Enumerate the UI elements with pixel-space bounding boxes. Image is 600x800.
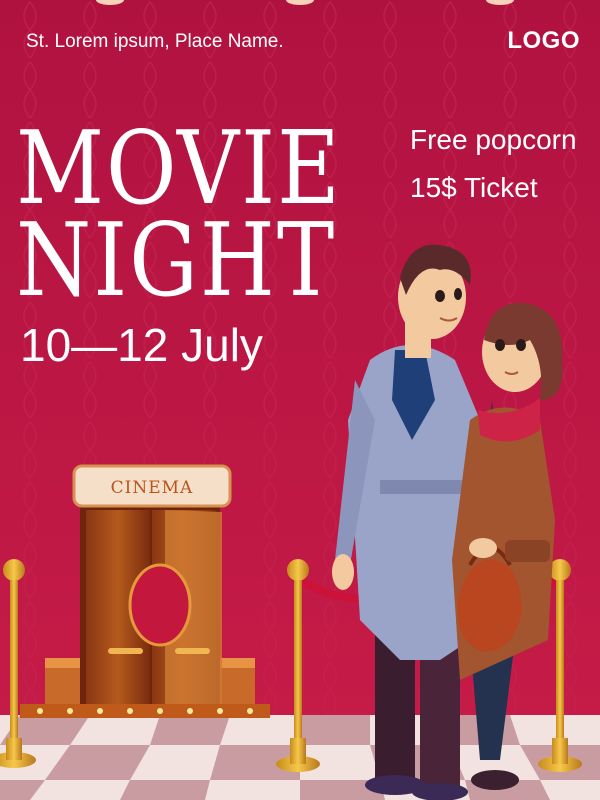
title-line-night: NIGHT — [16, 201, 337, 320]
logo: LOGO — [507, 27, 580, 54]
event-dates: 10—12 July — [20, 319, 263, 371]
perk-ticket-price: 15$ Ticket — [410, 172, 538, 203]
perk-free-popcorn: Free popcorn — [410, 124, 577, 155]
coat-belt — [505, 540, 550, 562]
venue-address: St. Lorem ipsum, Place Name. — [26, 31, 284, 52]
movie-night-poster: CINEMA St. Lorem ipsum, Place Name. LOGO… — [0, 0, 600, 800]
